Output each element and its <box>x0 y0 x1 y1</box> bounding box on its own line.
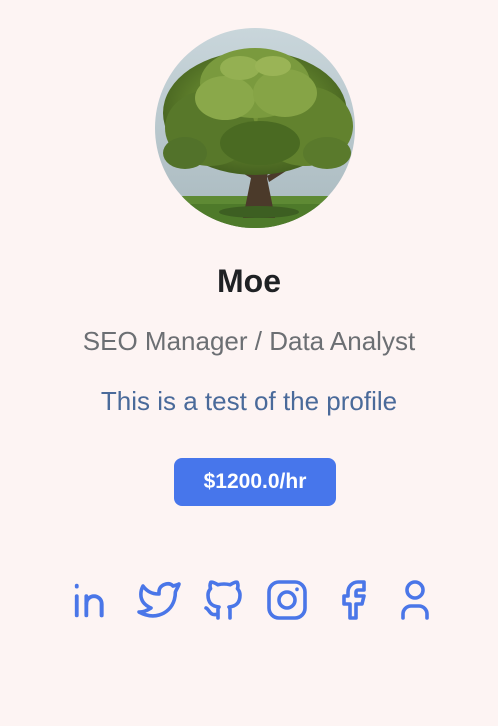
avatar <box>155 28 355 228</box>
github-icon <box>204 580 242 620</box>
rate-badge: $1200.0/hr <box>174 458 336 506</box>
profile-title: SEO Manager / Data Analyst <box>82 326 416 356</box>
linkedin-link[interactable] <box>70 576 118 624</box>
twitter-link[interactable] <box>135 576 183 624</box>
avatar-image <box>155 28 355 228</box>
user-icon <box>401 580 429 620</box>
twitter-icon <box>137 582 181 618</box>
facebook-icon <box>342 580 366 620</box>
social-links <box>0 576 498 624</box>
profile-name: Moe <box>217 263 281 299</box>
profile-card: Moe SEO Manager / Data Analyst This is a… <box>0 0 498 726</box>
linkedin-icon <box>74 583 104 618</box>
github-link[interactable] <box>200 576 248 624</box>
facebook-link[interactable] <box>328 576 376 624</box>
instagram-link[interactable] <box>263 576 311 624</box>
profile-bio: This is a test of the profile <box>100 386 398 416</box>
instagram-icon <box>267 580 307 620</box>
user-profile-link[interactable] <box>391 576 439 624</box>
